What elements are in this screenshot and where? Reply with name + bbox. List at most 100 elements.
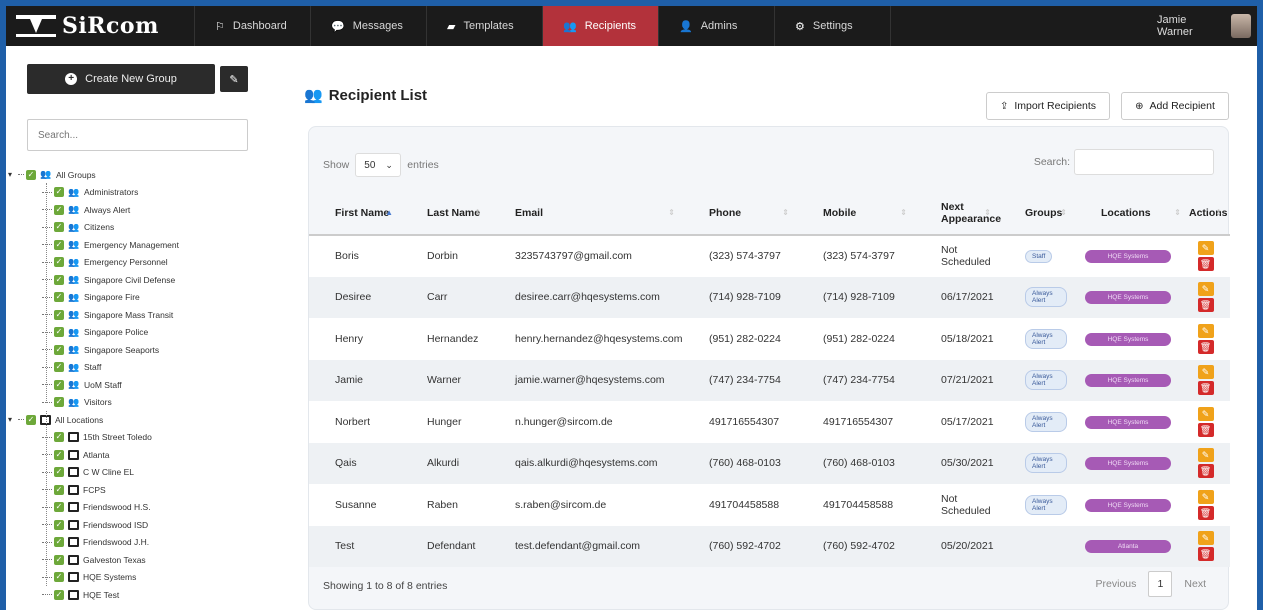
edit-icon[interactable]: ✎ [1197, 323, 1214, 338]
column-header[interactable]: Phone ⇕ [683, 191, 797, 236]
nav-admins[interactable]: 👤 Admins [658, 6, 774, 46]
trash-icon[interactable]: 🗑 [1197, 464, 1214, 479]
checkbox-icon[interactable]: ✓ [54, 589, 64, 600]
checkbox-icon[interactable]: ✓ [54, 572, 64, 583]
tree-item-location[interactable]: ✓ Friendswood ISD [6, 516, 264, 534]
page-length-select[interactable]: 50 ⌄ [355, 153, 402, 177]
tree-item-group[interactable]: ✓ 👥 Visitors [6, 394, 264, 412]
collapse-toggle-icon[interactable]: ▾ [8, 170, 18, 179]
tree-root-groups[interactable]: ▾ ✓ 👥 All Groups [6, 166, 264, 184]
tree-item-group[interactable]: ✓ 👥 Emergency Personnel [6, 254, 264, 272]
tree-item-location[interactable]: ✓ Galveston Texas [6, 551, 264, 569]
tree-item-location[interactable]: ✓ 15th Street Toledo [6, 429, 264, 447]
sort-icon[interactable]: ⇕ [782, 208, 789, 217]
checkbox-icon[interactable]: ✓ [54, 239, 64, 250]
checkbox-icon[interactable]: ✓ [54, 292, 64, 303]
checkbox-icon[interactable]: ✓ [54, 274, 64, 285]
edit-icon[interactable]: ✎ [1197, 406, 1214, 421]
trash-icon[interactable]: 🗑 [1197, 257, 1214, 272]
user-menu[interactable]: Jamie Warner [1157, 6, 1257, 46]
add-recipient-button[interactable]: ⊕ Add Recipient [1121, 92, 1229, 120]
tree-item-group[interactable]: ✓ 👥 Administrators [6, 184, 264, 202]
tree-item-group[interactable]: ✓ 👥 Singapore Civil Defense [6, 271, 264, 289]
checkbox-icon[interactable]: ✓ [54, 327, 64, 338]
collapse-toggle-icon[interactable]: ▾ [8, 415, 18, 424]
checkbox-icon[interactable]: ✓ [54, 309, 64, 320]
checkbox-icon[interactable]: ✓ [54, 344, 64, 355]
table-search-input[interactable] [1074, 149, 1214, 175]
checkbox-icon[interactable]: ✓ [54, 397, 64, 408]
column-header[interactable]: Locations ⇕ [1075, 191, 1189, 236]
tree-item-group[interactable]: ✓ 👥 Staff [6, 359, 264, 377]
nav-templates[interactable]: ▰ Templates [426, 6, 542, 46]
tree-item-location[interactable]: ✓ Friendswood J.H. [6, 534, 264, 552]
tree-item-group[interactable]: ✓ 👥 Always Alert [6, 201, 264, 219]
import-recipients-button[interactable]: ⇪ Import Recipients [986, 92, 1110, 120]
edit-icon[interactable]: ✎ [1197, 531, 1214, 546]
checkbox-icon[interactable]: ✓ [54, 222, 64, 233]
column-header[interactable]: Groups ⇕ [999, 191, 1075, 236]
tree-item-group[interactable]: ✓ 👥 Singapore Fire [6, 289, 264, 307]
tree-item-location[interactable]: ✓ HQE Systems [6, 569, 264, 587]
checkbox-icon[interactable]: ✓ [54, 362, 64, 373]
checkbox-icon[interactable]: ✓ [54, 519, 64, 530]
column-header[interactable]: Actions ⇕ [1189, 191, 1230, 236]
sort-icon[interactable]: ⇕ [668, 208, 675, 217]
checkbox-icon[interactable]: ✓ [54, 432, 64, 443]
checkbox-icon[interactable]: ✓ [26, 169, 36, 180]
sort-icon[interactable]: ⇕ [984, 208, 991, 217]
trash-icon[interactable]: 🗑 [1197, 339, 1214, 354]
trash-icon[interactable]: 🗑 [1197, 381, 1214, 396]
checkbox-icon[interactable]: ✓ [26, 414, 36, 425]
group-search-input[interactable] [27, 119, 248, 151]
checkbox-icon[interactable]: ✓ [54, 502, 64, 513]
checkbox-icon[interactable]: ✓ [54, 554, 64, 565]
checkbox-icon[interactable]: ✓ [54, 257, 64, 268]
checkbox-icon[interactable]: ✓ [54, 449, 64, 460]
checkbox-icon[interactable]: ✓ [54, 467, 64, 478]
sort-icon[interactable]: ⇕ [1174, 208, 1181, 217]
edit-group-button[interactable]: ✎ [220, 66, 248, 92]
brand-logo[interactable]: SiRcom [6, 6, 194, 46]
checkbox-icon[interactable]: ✓ [54, 537, 64, 548]
nav-messages[interactable]: 💬 Messages [310, 6, 426, 46]
sort-icon[interactable]: ⇕ [474, 208, 481, 217]
edit-icon[interactable]: ✎ [1197, 282, 1214, 297]
column-header[interactable]: Email ⇕ [489, 191, 683, 236]
nav-settings[interactable]: ⚙ Settings [774, 6, 890, 46]
edit-icon[interactable]: ✎ [1197, 448, 1214, 463]
tree-item-location[interactable]: ✓ C W Cline EL [6, 464, 264, 482]
create-group-button[interactable]: + Create New Group [27, 64, 215, 94]
nav-recipients[interactable]: 👥 Recipients [542, 6, 658, 46]
trash-icon[interactable]: 🗑 [1197, 547, 1214, 562]
tree-item-location[interactable]: ✓ Atlanta [6, 446, 264, 464]
trash-icon[interactable]: 🗑 [1197, 422, 1214, 437]
tree-item-group[interactable]: ✓ 👥 Singapore Mass Transit [6, 306, 264, 324]
tree-item-group[interactable]: ✓ 👥 Singapore Police [6, 324, 264, 342]
sort-icon[interactable]: ⇕ [1215, 208, 1222, 217]
page-button[interactable]: 1 [1148, 571, 1173, 597]
checkbox-icon[interactable]: ✓ [54, 484, 64, 495]
next-page-button[interactable]: Next [1184, 578, 1206, 590]
checkbox-icon[interactable]: ✓ [54, 187, 64, 198]
column-header[interactable]: Last Name ⇕ [401, 191, 489, 236]
sort-icon[interactable]: ⇕ [900, 208, 907, 217]
tree-item-group[interactable]: ✓ 👥 Singapore Seaports [6, 341, 264, 359]
tree-item-location[interactable]: ✓ FCPS [6, 481, 264, 499]
checkbox-icon[interactable]: ✓ [54, 204, 64, 215]
sort-asc-icon[interactable]: ▲ [385, 208, 393, 217]
nav-dashboard[interactable]: ⚐ Dashboard [194, 6, 310, 46]
tree-item-group[interactable]: ✓ 👥 UoM Staff [6, 376, 264, 394]
checkbox-icon[interactable]: ✓ [54, 379, 64, 390]
column-header[interactable]: Mobile ⇕ [797, 191, 915, 236]
column-header[interactable]: Next Appearance ⇕ [915, 191, 1001, 236]
tree-item-group[interactable]: ✓ 👥 Emergency Management [6, 236, 264, 254]
edit-icon[interactable]: ✎ [1197, 489, 1214, 504]
trash-icon[interactable]: 🗑 [1197, 505, 1214, 520]
tree-item-location[interactable]: ✓ HQE Test [6, 586, 264, 604]
edit-icon[interactable]: ✎ [1197, 365, 1214, 380]
previous-page-button[interactable]: Previous [1096, 578, 1137, 590]
trash-icon[interactable]: 🗑 [1197, 298, 1214, 313]
tree-root-locations[interactable]: ▾ ✓ All Locations [6, 411, 264, 429]
column-header[interactable]: First Name ▲ [309, 191, 401, 236]
